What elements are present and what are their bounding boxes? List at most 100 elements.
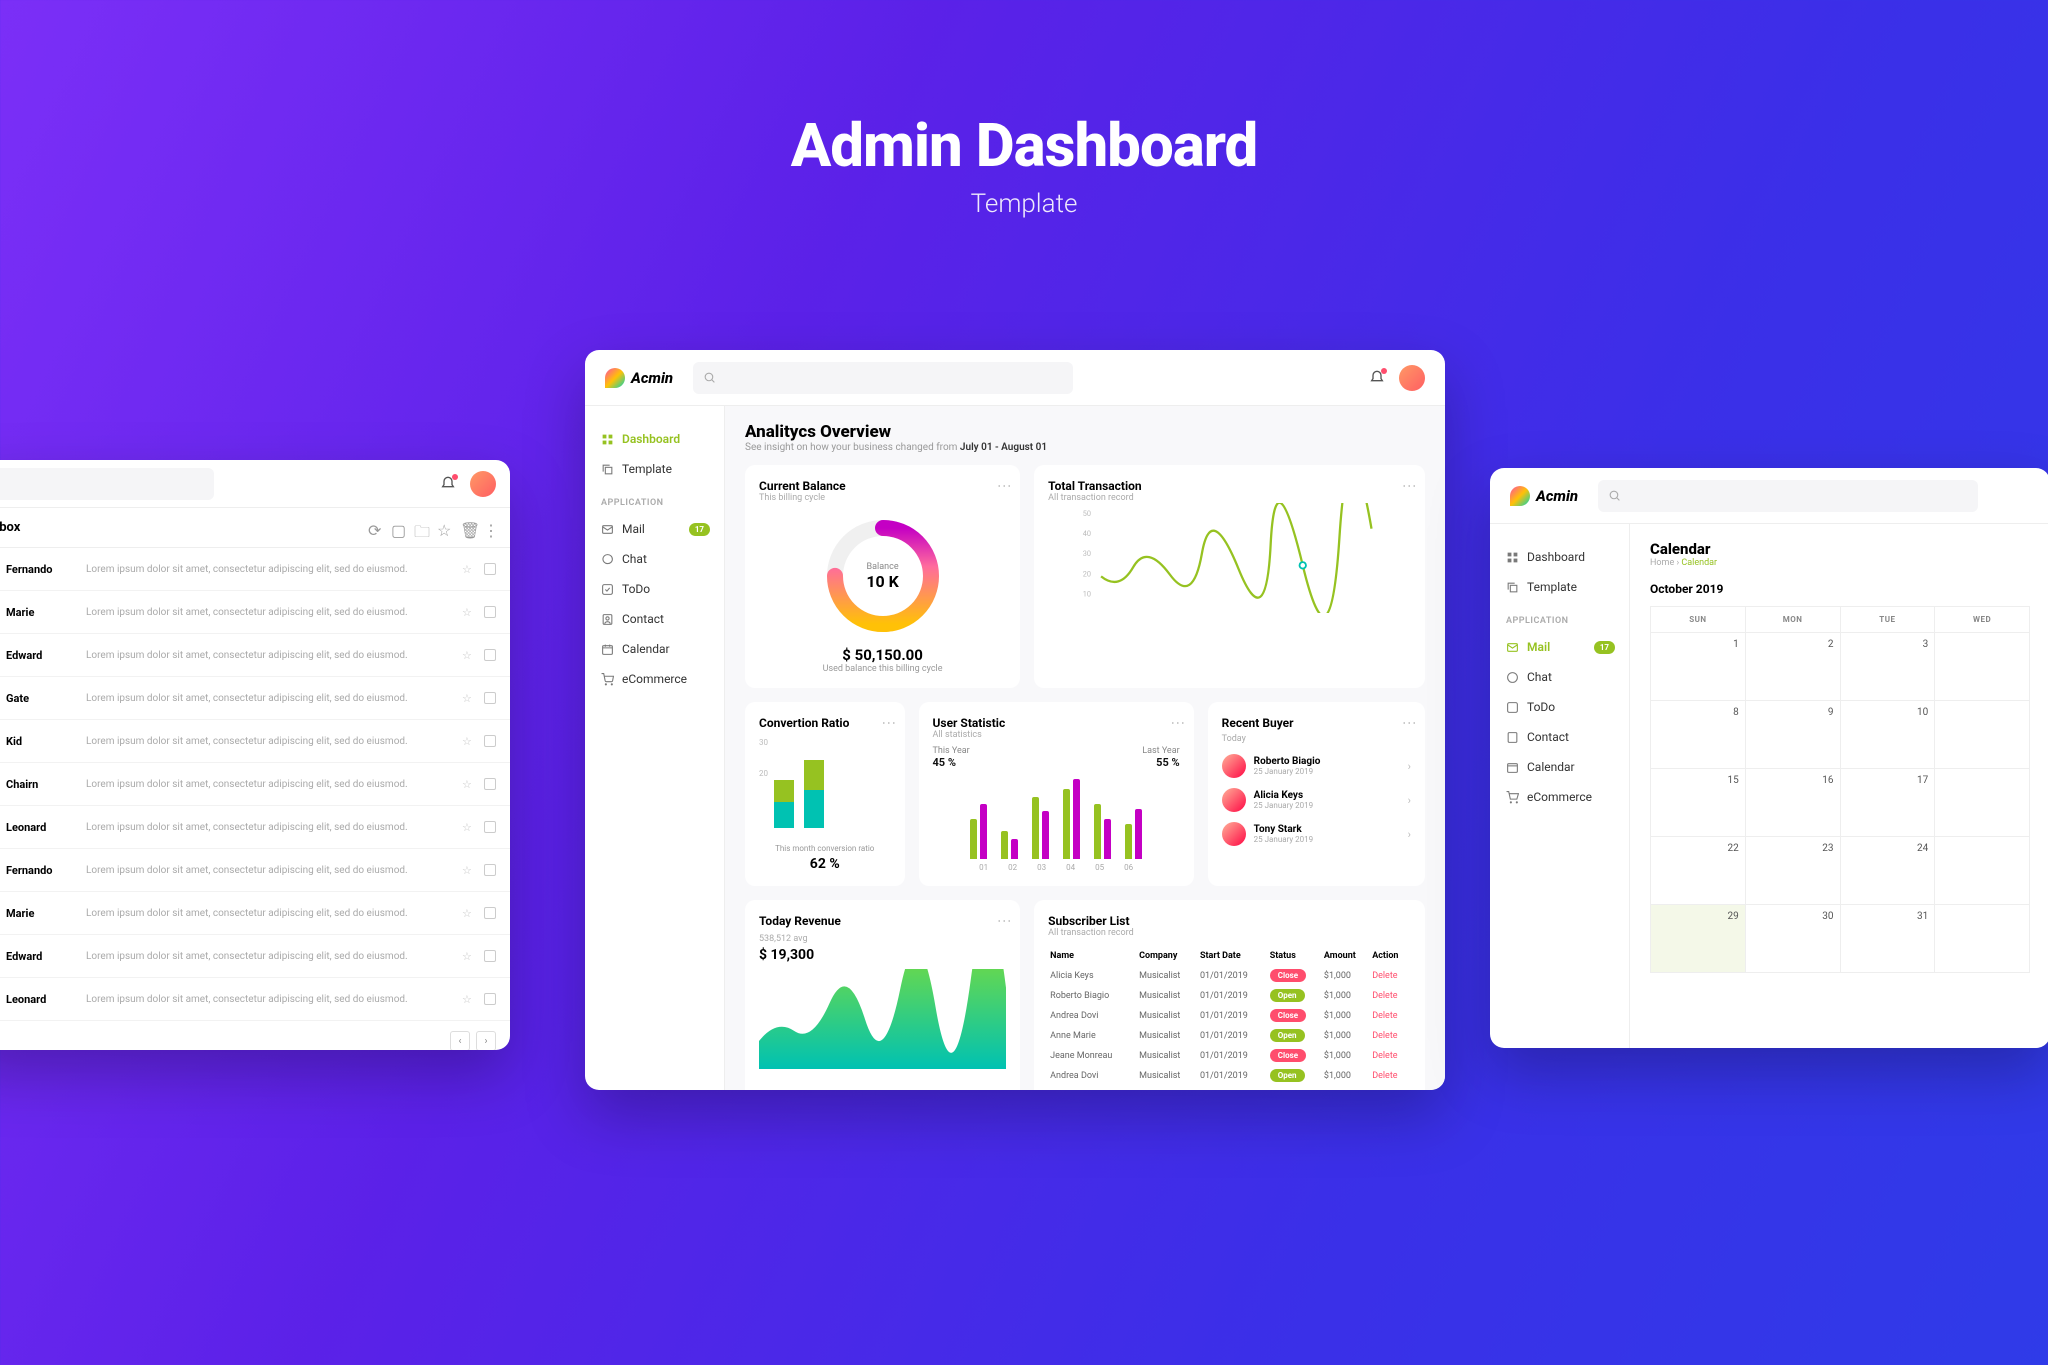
sidebar-item-dashboard[interactable]: Dashboard (585, 424, 724, 454)
star-icon[interactable]: ☆ (462, 692, 474, 704)
mail-row[interactable]: EdwardLorem ipsum dolor sit amet, consec… (0, 634, 510, 677)
calendar-cell[interactable] (1935, 769, 2030, 837)
calendar-cell[interactable]: 17 (1841, 769, 1936, 837)
checkbox[interactable] (484, 907, 496, 919)
delete-button[interactable]: Delete (1372, 1011, 1397, 1021)
sidebar-item-chat[interactable]: Chat (1490, 662, 1629, 692)
folder-icon[interactable]: 🗀 (414, 521, 427, 534)
sidebar-item-chat[interactable]: Chat (585, 544, 724, 574)
sidebar-item-calendar[interactable]: Calendar (1490, 752, 1629, 782)
buyer-row[interactable]: Roberto Biagio25 January 2019› (1222, 754, 1411, 778)
star-icon[interactable]: ☆ (437, 521, 450, 534)
bell-icon[interactable] (440, 476, 456, 492)
sidebar-item-template[interactable]: Template (585, 454, 724, 484)
checkbox[interactable] (484, 864, 496, 876)
sidebar-item-ecommerce[interactable]: eCommerce (1490, 782, 1629, 812)
more-icon[interactable]: ⋮ (1002, 479, 1006, 492)
sidebar-item-template[interactable]: Template (1490, 572, 1629, 602)
sidebar-item-dashboard[interactable]: Dashboard (1490, 542, 1629, 572)
sidebar-item-mail[interactable]: Mail17 (585, 514, 724, 544)
star-icon[interactable]: ☆ (462, 649, 474, 661)
checkbox[interactable] (484, 692, 496, 704)
checkbox[interactable] (484, 563, 496, 575)
star-icon[interactable]: ☆ (462, 563, 474, 575)
sidebar-item-todo[interactable]: ToDo (585, 574, 724, 604)
star-icon[interactable]: ☆ (462, 606, 474, 618)
more-icon[interactable]: ⋮ (483, 521, 496, 534)
delete-button[interactable]: Delete (1372, 1051, 1397, 1061)
star-icon[interactable]: ☆ (462, 950, 474, 962)
star-icon[interactable]: ☆ (462, 778, 474, 790)
trash-icon[interactable]: 🗑 (460, 521, 473, 534)
buyer-row[interactable]: Alicia Keys25 January 2019› (1222, 788, 1411, 812)
bell-icon[interactable] (1369, 370, 1385, 386)
more-icon[interactable]: ⋮ (886, 716, 890, 729)
page-next-button[interactable]: › (476, 1031, 496, 1050)
calendar-cell[interactable]: 10 (1841, 701, 1936, 769)
calendar-cell[interactable] (1935, 837, 2030, 905)
mail-row[interactable]: ChairnLorem ipsum dolor sit amet, consec… (0, 763, 510, 806)
avatar[interactable] (1399, 365, 1425, 391)
delete-button[interactable]: Delete (1372, 991, 1397, 1001)
delete-button[interactable]: Delete (1372, 1031, 1397, 1041)
search-input[interactable] (1598, 480, 1978, 512)
sidebar-item-calendar[interactable]: Calendar (585, 634, 724, 664)
star-icon[interactable]: ☆ (462, 821, 474, 833)
calendar-cell[interactable]: 31 (1841, 905, 1936, 973)
tag-icon[interactable]: ▢ (391, 521, 404, 534)
sidebar-item-contact[interactable]: Contact (1490, 722, 1629, 752)
search-input[interactable] (693, 362, 1073, 394)
calendar-cell[interactable]: 30 (1746, 905, 1841, 973)
avatar[interactable] (470, 471, 496, 497)
calendar-cell[interactable]: 8 (1651, 701, 1746, 769)
star-icon[interactable]: ☆ (462, 993, 474, 1005)
checkbox[interactable] (484, 649, 496, 661)
mail-row[interactable]: FernandoLorem ipsum dolor sit amet, cons… (0, 548, 510, 591)
sidebar-item-contact[interactable]: Contact (585, 604, 724, 634)
more-icon[interactable]: ⋮ (1407, 479, 1411, 492)
star-icon[interactable]: ☆ (462, 907, 474, 919)
mail-row[interactable]: KidLorem ipsum dolor sit amet, consectet… (0, 720, 510, 763)
mail-row[interactable]: LeonardLorem ipsum dolor sit amet, conse… (0, 978, 510, 1021)
more-icon[interactable]: ⋮ (1002, 914, 1006, 927)
calendar-cell[interactable]: 1 (1651, 633, 1746, 701)
calendar-cell[interactable] (1935, 905, 2030, 973)
mail-row[interactable]: LeonardLorem ipsum dolor sit amet, conse… (0, 806, 510, 849)
brand-logo[interactable]: Acmin (605, 368, 673, 388)
sidebar-item-mail[interactable]: Mail17 (1490, 632, 1629, 662)
mail-row[interactable]: FernandoLorem ipsum dolor sit amet, cons… (0, 849, 510, 892)
checkbox[interactable] (484, 735, 496, 747)
checkbox[interactable] (484, 778, 496, 790)
calendar-cell[interactable]: 22 (1651, 837, 1746, 905)
mail-row[interactable]: GateLorem ipsum dolor sit amet, consecte… (0, 677, 510, 720)
mail-row[interactable]: EdwardLorem ipsum dolor sit amet, consec… (0, 935, 510, 978)
star-icon[interactable]: ☆ (462, 735, 474, 747)
checkbox[interactable] (484, 993, 496, 1005)
calendar-cell[interactable]: 23 (1746, 837, 1841, 905)
calendar-cell[interactable]: 16 (1746, 769, 1841, 837)
mail-row[interactable]: MarieLorem ipsum dolor sit amet, consect… (0, 591, 510, 634)
checkbox[interactable] (484, 950, 496, 962)
delete-button[interactable]: Delete (1372, 1071, 1397, 1081)
page-prev-button[interactable]: ‹ (450, 1031, 470, 1050)
checkbox[interactable] (484, 606, 496, 618)
calendar-cell[interactable]: 3 (1841, 633, 1936, 701)
sidebar-item-todo[interactable]: ToDo (1490, 692, 1629, 722)
buyer-row[interactable]: Tony Stark25 January 2019› (1222, 822, 1411, 846)
calendar-cell[interactable]: 9 (1746, 701, 1841, 769)
calendar-cell[interactable]: 15 (1651, 769, 1746, 837)
delete-button[interactable]: Delete (1372, 971, 1397, 981)
calendar-cell[interactable]: 24 (1841, 837, 1936, 905)
refresh-icon[interactable]: ⟳ (368, 521, 381, 534)
calendar-cell[interactable]: 29 (1651, 905, 1746, 973)
mail-row[interactable]: MarieLorem ipsum dolor sit amet, consect… (0, 892, 510, 935)
calendar-cell[interactable] (1935, 633, 2030, 701)
calendar-cell[interactable] (1935, 701, 2030, 769)
calendar-cell[interactable]: 2 (1746, 633, 1841, 701)
more-icon[interactable]: ⋮ (1407, 716, 1411, 729)
checkbox[interactable] (484, 821, 496, 833)
sidebar-item-ecommerce[interactable]: eCommerce (585, 664, 724, 694)
more-icon[interactable]: ⋮ (1175, 716, 1179, 729)
brand-logo[interactable]: Acmin (1510, 486, 1578, 506)
star-icon[interactable]: ☆ (462, 864, 474, 876)
